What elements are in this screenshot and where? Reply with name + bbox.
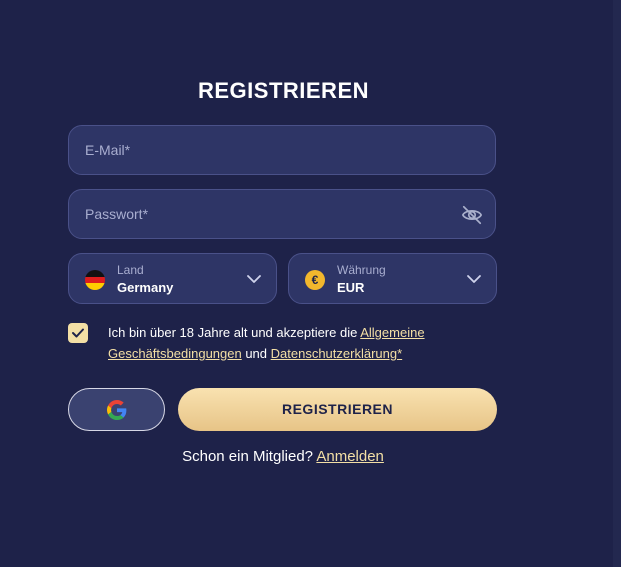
password-placeholder: Passwort* — [85, 206, 149, 222]
currency-select[interactable]: € Währung EUR — [288, 253, 497, 304]
germany-flag-icon — [85, 270, 105, 290]
email-placeholder: E-Mail* — [85, 142, 131, 158]
currency-label: Währung — [337, 263, 386, 277]
chevron-down-icon — [247, 275, 261, 283]
terms-text: Ich bin über 18 Jahre alt und akzeptiere… — [108, 322, 468, 364]
terms-text-middle: und — [241, 346, 271, 361]
chevron-down-icon — [467, 275, 481, 283]
privacy-link[interactable]: Datenschutzerklärung* — [271, 346, 403, 361]
terms-checkbox[interactable] — [68, 323, 88, 343]
login-prompt-text: Schon ein Mitglied? — [182, 448, 314, 465]
checkmark-icon — [72, 328, 84, 338]
password-field[interactable]: Passwort* — [68, 189, 496, 239]
terms-text-before: Ich bin über 18 Jahre alt und akzeptiere… — [108, 325, 361, 340]
google-icon — [107, 400, 127, 420]
window-edge — [613, 0, 621, 567]
country-value: Germany — [117, 280, 174, 295]
register-button[interactable]: REGISTRIEREN — [178, 388, 497, 431]
country-select[interactable]: Land Germany — [68, 253, 277, 304]
google-signup-button[interactable] — [68, 388, 165, 431]
page-title: REGISTRIEREN — [197, 78, 370, 103]
login-prompt: Schon ein Mitglied? Anmelden — [0, 448, 566, 465]
eye-off-icon[interactable] — [461, 204, 483, 226]
country-label: Land — [117, 263, 144, 277]
login-link[interactable]: Anmelden — [316, 448, 384, 465]
currency-value: EUR — [337, 280, 365, 295]
email-field[interactable]: E-Mail* — [68, 125, 496, 175]
euro-coin-icon: € — [305, 270, 325, 290]
